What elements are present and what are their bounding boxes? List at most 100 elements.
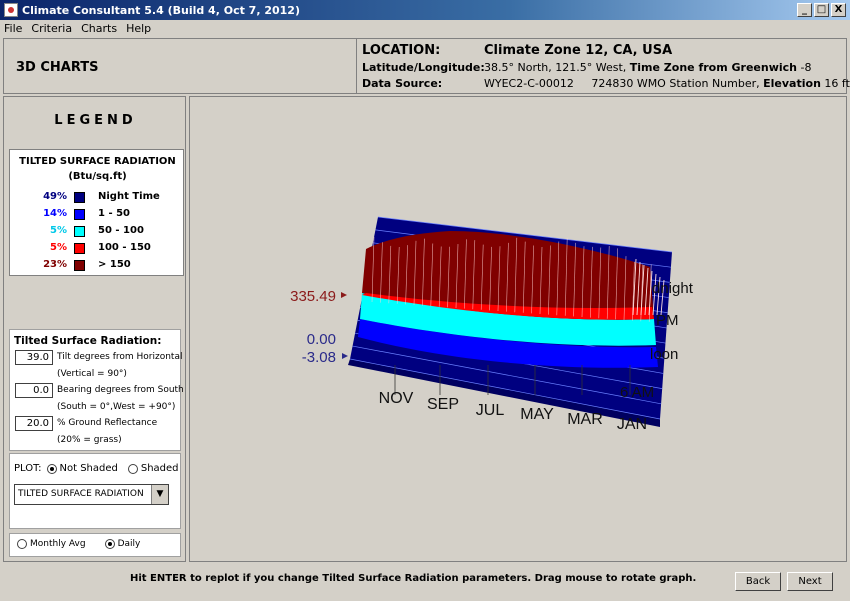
source-label: Data Source: bbox=[362, 77, 443, 90]
latlon-text: 38.5° North, 121.5° West, bbox=[484, 61, 627, 74]
hour-label: 6 AM bbox=[620, 384, 654, 401]
footer-message: Hit ENTER to replot if you change Tilted… bbox=[130, 573, 697, 584]
legend-range: 1 - 50 bbox=[98, 208, 130, 219]
legend-heading: TILTED SURFACE RADIATION bbox=[19, 156, 176, 167]
legend-units: (Btu/sq.ft) bbox=[68, 171, 127, 182]
legend-range: 50 - 100 bbox=[98, 225, 144, 236]
minimize-button[interactable]: _ bbox=[797, 3, 812, 17]
not-shaded-radio[interactable] bbox=[46, 463, 57, 474]
month-label: JUL bbox=[476, 402, 505, 419]
reflectance-label: % Ground Reflectance bbox=[57, 418, 158, 428]
app-icon bbox=[4, 3, 18, 17]
plot-row: PLOT: Not Shaded Shaded bbox=[14, 463, 179, 474]
bearing-note: (South = 0°,West = +90°) bbox=[57, 402, 176, 412]
back-button[interactable]: Back bbox=[735, 572, 781, 591]
daily-radio[interactable] bbox=[104, 539, 115, 549]
not-shaded-label[interactable]: Not Shaded bbox=[60, 463, 118, 474]
legend-row-low: 14% 1 - 50 bbox=[10, 208, 185, 224]
legend-swatch bbox=[74, 192, 85, 203]
window-title: Climate Consultant 5.4 (Build 4, Oct 7, … bbox=[22, 3, 300, 17]
menu-criteria[interactable]: Criteria bbox=[31, 22, 72, 35]
next-button[interactable]: Next bbox=[787, 572, 833, 591]
plot-options-box: PLOT: Not Shaded Shaded TILTED SURFACE R… bbox=[9, 453, 181, 529]
z-marker-top bbox=[341, 292, 347, 298]
plot-label: PLOT: bbox=[14, 463, 42, 474]
tilt-input[interactable]: 39.0 bbox=[15, 350, 53, 365]
tilt-note: (Vertical = 90°) bbox=[57, 369, 127, 379]
monthly-avg-radio[interactable] bbox=[17, 539, 27, 549]
month-label: MAR bbox=[567, 411, 603, 428]
legend-range: 100 - 150 bbox=[98, 242, 151, 253]
station-number: 724830 WMO Station Number, bbox=[591, 77, 760, 90]
z-axis-label: 0.00 bbox=[307, 331, 336, 348]
menu-bar: File Criteria Charts Help bbox=[0, 20, 850, 37]
hour-label: PM bbox=[656, 312, 679, 329]
shaded-label[interactable]: Shaded bbox=[141, 463, 179, 474]
month-label: JAN bbox=[617, 416, 647, 433]
menu-help[interactable]: Help bbox=[126, 22, 151, 35]
monthly-avg-label[interactable]: Monthly Avg bbox=[30, 539, 86, 549]
hour-label: dnight bbox=[652, 280, 694, 297]
header-panel: 3D CHARTS LOCATION: Climate Zone 12, CA,… bbox=[3, 38, 850, 94]
timezone-label: Time Zone from Greenwich bbox=[629, 61, 798, 74]
legend-range: Night Time bbox=[98, 191, 160, 202]
latlon-label: Latitude/Longitude: bbox=[362, 61, 485, 74]
legend-pct: 23% bbox=[43, 259, 67, 270]
parameters-box: Tilted Surface Radiation: 39.0 Tilt degr… bbox=[9, 329, 184, 451]
left-panel: LEGEND TILTED SURFACE RADIATION (Btu/sq.… bbox=[3, 96, 186, 562]
legend-swatch bbox=[74, 226, 85, 237]
timezone-value: -8 bbox=[800, 61, 812, 74]
averaging-row: Monthly Avg Daily bbox=[12, 539, 140, 549]
latlon-value: 38.5° North, 121.5° West, Time Zone from… bbox=[484, 61, 811, 74]
title-bar: Climate Consultant 5.4 (Build 4, Oct 7, … bbox=[0, 0, 850, 20]
legend-row-high: 5% 100 - 150 bbox=[10, 242, 185, 258]
menu-file[interactable]: File bbox=[4, 22, 22, 35]
elevation-value: 16 ft bbox=[824, 77, 850, 90]
legend-swatch bbox=[74, 243, 85, 254]
header-divider bbox=[356, 39, 357, 93]
maximize-button[interactable]: □ bbox=[814, 3, 829, 17]
bearing-input[interactable]: 0.0 bbox=[15, 383, 53, 398]
legend-row-night: 49% Night Time bbox=[10, 191, 185, 207]
parameters-title: Tilted Surface Radiation: bbox=[14, 335, 162, 347]
z-axis-label: 335.49 bbox=[290, 288, 336, 305]
chevron-down-icon[interactable]: ▼ bbox=[151, 485, 168, 504]
surface-chart[interactable]: 335.49 0.00-3.08 NOV SEP JUL MAY MAR JAN dnight P… bbox=[190, 97, 846, 561]
legend-pct: 14% bbox=[43, 208, 67, 219]
menu-charts[interactable]: Charts bbox=[81, 22, 117, 35]
shaded-radio[interactable] bbox=[127, 463, 138, 474]
chart-type-value: TILTED SURFACE RADIATION bbox=[18, 489, 144, 499]
source-value: WYEC2-C-00012 724830 WMO Station Number,… bbox=[484, 77, 850, 90]
legend-box: TILTED SURFACE RADIATION (Btu/sq.ft) 49%… bbox=[9, 149, 184, 276]
averaging-box: Monthly Avg Daily bbox=[9, 533, 181, 557]
z-axis-label: -3.08 bbox=[302, 349, 336, 366]
chart-panel[interactable]: 335.49 0.00 -3.08 NOV SEP JUL MAY MAR JAN dnight P… bbox=[189, 96, 847, 562]
window-controls: _ □ X bbox=[797, 3, 846, 17]
legend-swatch bbox=[74, 209, 85, 220]
legend-title: LEGEND bbox=[54, 113, 137, 128]
legend-swatch bbox=[74, 260, 85, 271]
chart-type-select[interactable]: TILTED SURFACE RADIATION ▼ bbox=[14, 484, 169, 505]
tilt-label: Tilt degrees from Horizontal bbox=[57, 352, 183, 362]
bearing-label: Bearing degrees from South bbox=[57, 385, 184, 395]
legend-row-mid: 5% 50 - 100 bbox=[10, 225, 185, 241]
reflectance-input[interactable]: 20.0 bbox=[15, 416, 53, 431]
hour-label: loon bbox=[650, 346, 678, 363]
reflectance-note: (20% = grass) bbox=[57, 435, 122, 445]
z-marker-bottom bbox=[342, 353, 348, 359]
elevation-label: Elevation bbox=[763, 77, 821, 90]
source-id: WYEC2-C-00012 bbox=[484, 77, 574, 90]
legend-pct: 5% bbox=[50, 242, 67, 253]
legend-pct: 49% bbox=[43, 191, 67, 202]
page-title: 3D CHARTS bbox=[16, 60, 99, 75]
legend-range: > 150 bbox=[98, 259, 131, 270]
legend-pct: 5% bbox=[50, 225, 67, 236]
location-value: Climate Zone 12, CA, USA bbox=[484, 43, 673, 58]
close-button[interactable]: X bbox=[831, 3, 846, 17]
month-label: MAY bbox=[520, 406, 554, 423]
month-label: SEP bbox=[427, 396, 459, 413]
daily-label[interactable]: Daily bbox=[118, 539, 141, 549]
month-label: NOV bbox=[379, 390, 414, 407]
location-label: LOCATION: bbox=[362, 43, 441, 58]
legend-row-peak: 23% > 150 bbox=[10, 259, 185, 275]
